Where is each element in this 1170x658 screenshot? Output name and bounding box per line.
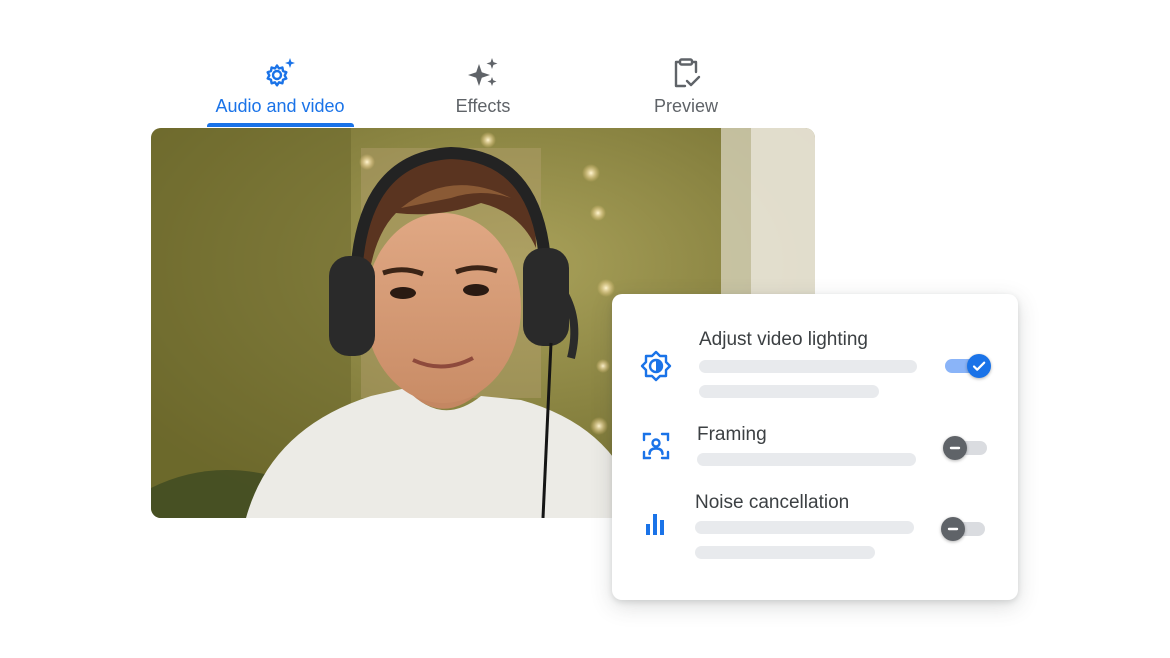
brightness-icon	[640, 350, 672, 382]
framing-icon	[642, 432, 670, 460]
placeholder-bar	[697, 453, 916, 466]
setting-title: Noise cancellation	[695, 492, 850, 513]
tab-label: Preview	[653, 96, 719, 116]
equalizer-icon	[646, 514, 664, 535]
framing-toggle[interactable]	[943, 433, 989, 461]
tab-label: Audio and video	[215, 96, 345, 116]
sparkles-icon	[468, 58, 498, 86]
minus-icon	[941, 517, 965, 541]
tab-label: Effects	[455, 96, 511, 116]
clipboard-check-icon	[674, 58, 701, 88]
minus-icon	[943, 436, 967, 460]
placeholder-bar	[695, 521, 914, 534]
setting-title: Framing	[697, 424, 767, 445]
settings-sparkle-icon	[266, 58, 295, 87]
active-tab-indicator	[207, 123, 354, 127]
noise-cancellation-toggle[interactable]	[941, 514, 987, 542]
check-icon	[967, 354, 991, 378]
setting-title: Adjust video lighting	[699, 329, 868, 350]
tab-preview[interactable]: Preview	[632, 56, 740, 117]
placeholder-bar	[699, 385, 879, 398]
tab-bar: Audio and video Effects Preview	[0, 0, 1170, 130]
placeholder-bar	[699, 360, 917, 373]
tab-audio-and-video[interactable]: Audio and video	[206, 56, 354, 117]
placeholder-bar	[695, 546, 875, 559]
tab-effects[interactable]: Effects	[420, 56, 546, 117]
lighting-toggle[interactable]	[945, 351, 991, 379]
video-settings-panel: Adjust video lighting Framing Noise canc…	[612, 294, 1018, 600]
